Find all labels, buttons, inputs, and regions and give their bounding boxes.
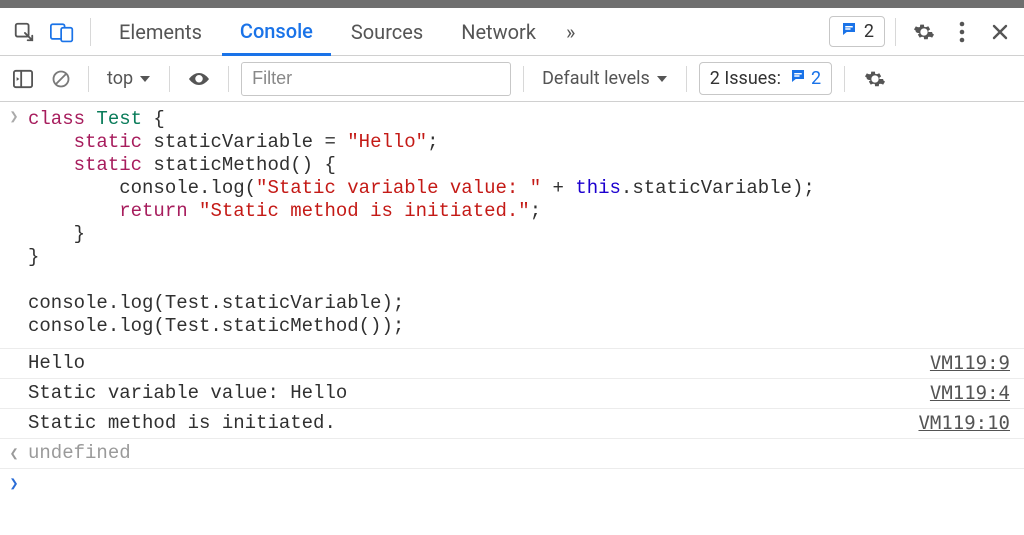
log-levels-selector[interactable]: Default levels bbox=[536, 68, 674, 89]
gutter bbox=[0, 349, 28, 353]
issues-badge[interactable]: 2 Issues: 2 bbox=[699, 62, 832, 95]
console-prompt[interactable] bbox=[28, 469, 1024, 475]
tab-sources[interactable]: Sources bbox=[333, 8, 441, 56]
tab-label: Sources bbox=[351, 20, 423, 44]
console-settings-icon[interactable] bbox=[857, 61, 893, 97]
console-body: ❯ class Test { static staticVariable = "… bbox=[0, 102, 1024, 496]
context-selector[interactable]: top bbox=[101, 68, 157, 89]
messages-badge[interactable]: 2 bbox=[829, 16, 885, 47]
message-icon bbox=[789, 67, 807, 90]
separator bbox=[228, 66, 229, 92]
console-prompt-row[interactable]: ❯ bbox=[0, 469, 1024, 496]
input-chevron-icon: ❯ bbox=[0, 102, 28, 129]
log-message: Hello bbox=[28, 349, 930, 378]
live-expression-icon[interactable] bbox=[182, 61, 216, 97]
source-link[interactable]: VM119:10 bbox=[918, 409, 1024, 435]
console-toolbar: top Default levels 2 Issues: 2 bbox=[0, 56, 1024, 102]
console-log-row: Static method is initiated. VM119:10 bbox=[0, 409, 1024, 439]
settings-icon[interactable] bbox=[906, 14, 942, 50]
tab-elements[interactable]: Elements bbox=[101, 8, 220, 56]
gutter bbox=[0, 409, 28, 413]
tab-network[interactable]: Network bbox=[443, 8, 554, 56]
console-log-row: Static variable value: Hello VM119:4 bbox=[0, 379, 1024, 409]
clear-console-icon[interactable] bbox=[46, 61, 76, 97]
inspect-icon[interactable] bbox=[6, 14, 42, 50]
separator bbox=[90, 18, 91, 46]
separator bbox=[169, 66, 170, 92]
separator bbox=[523, 66, 524, 92]
separator bbox=[844, 66, 845, 92]
console-input-row: ❯ class Test { static staticVariable = "… bbox=[0, 102, 1024, 349]
tab-label: Network bbox=[461, 20, 536, 44]
messages-count: 2 bbox=[864, 21, 874, 42]
issues-label: 2 Issues: bbox=[710, 68, 781, 89]
separator bbox=[895, 18, 896, 46]
separator bbox=[686, 66, 687, 92]
filter-input[interactable] bbox=[241, 62, 511, 96]
tabs-overflow[interactable]: » bbox=[556, 8, 585, 56]
tab-label: Elements bbox=[119, 20, 202, 44]
console-input-code[interactable]: class Test { static staticVariable = "He… bbox=[28, 102, 1024, 348]
console-return-row: ❮ undefined bbox=[0, 439, 1024, 469]
message-icon bbox=[840, 20, 858, 43]
tab-console[interactable]: Console bbox=[222, 8, 331, 56]
return-chevron-icon: ❮ bbox=[0, 439, 28, 466]
issues-count: 2 bbox=[811, 68, 821, 89]
levels-label: Default levels bbox=[542, 68, 650, 89]
sidebar-toggle-icon[interactable] bbox=[8, 61, 38, 97]
source-link[interactable]: VM119:4 bbox=[930, 379, 1024, 405]
prompt-chevron-icon: ❯ bbox=[0, 469, 28, 496]
return-value: undefined bbox=[28, 439, 1024, 468]
chevron-down-icon bbox=[656, 68, 668, 89]
log-message: Static variable value: Hello bbox=[28, 379, 930, 408]
device-toggle-icon[interactable] bbox=[44, 14, 80, 50]
separator bbox=[88, 66, 89, 92]
context-label: top bbox=[107, 68, 133, 89]
chevron-double-right-icon: » bbox=[566, 20, 575, 44]
source-link[interactable]: VM119:9 bbox=[930, 349, 1024, 375]
gutter bbox=[0, 379, 28, 383]
log-message: Static method is initiated. bbox=[28, 409, 918, 438]
chevron-down-icon bbox=[139, 68, 151, 89]
kebab-menu-icon[interactable] bbox=[944, 14, 980, 50]
tab-label: Console bbox=[240, 19, 313, 43]
devtools-tabbar: Elements Console Sources Network » 2 bbox=[0, 8, 1024, 56]
console-log-row: Hello VM119:9 bbox=[0, 349, 1024, 379]
close-icon[interactable] bbox=[982, 14, 1018, 50]
